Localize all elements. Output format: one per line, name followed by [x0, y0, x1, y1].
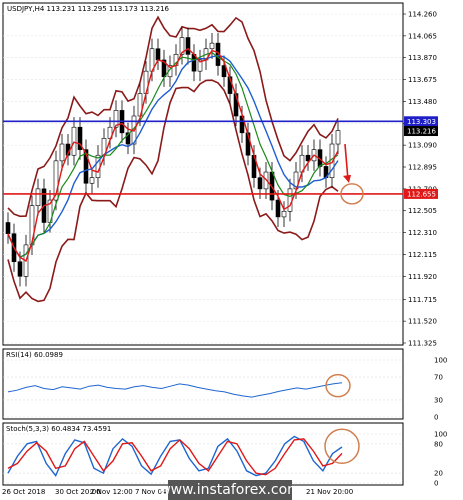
candle-up: [287, 188, 293, 212]
price-tick-label: 112.895: [408, 164, 437, 172]
stoch-panel: Stoch(5,3,3) 60.4834 73.4591 10080 20 0: [2, 422, 447, 488]
candle-up: [335, 130, 341, 145]
candle-up: [59, 143, 65, 162]
candle-up: [281, 210, 287, 218]
price-tick-label: 114.065: [408, 32, 437, 40]
last-price-label: 113.216: [407, 128, 436, 136]
price-tick-label: 113.090: [408, 142, 437, 150]
time-tick-label: 26 Oct 2018: [2, 488, 45, 496]
price-tick-label: 112.310: [408, 229, 437, 237]
rsi-panel: RSI(14) 60.0989 100 70 30 0: [2, 348, 447, 422]
level-tag-label: 112.655: [407, 190, 436, 198]
price-panel-title: USDJPY,H4 113.231 113.295 113.173 113.21…: [7, 5, 170, 13]
watermark-text: www.instaforex.com: [159, 482, 301, 498]
rsi-tick-label: 100: [434, 357, 447, 365]
watermark: www.instaforex.com: [159, 480, 301, 500]
price-tick-label: 113.675: [408, 76, 437, 84]
stoch-tick-label: 100: [434, 431, 447, 439]
rsi-tick-label: 30: [434, 396, 443, 404]
candle-down: [275, 199, 281, 218]
price-panel: USDJPY,H4 113.231 113.295 113.173 113.21…: [2, 2, 438, 348]
price-tick-label: 113.480: [408, 98, 437, 106]
rsi-plot-frame: [2, 348, 404, 420]
candle-down: [257, 177, 263, 190]
stoch-tick-label: 0: [434, 480, 438, 488]
candle-up: [71, 126, 77, 156]
candle-down: [185, 37, 191, 55]
price-tick-label: 112.115: [408, 251, 437, 259]
price-tick-label: 111.715: [408, 296, 437, 304]
candle-down: [17, 261, 23, 277]
price-plot-frame: [2, 2, 404, 346]
candle-up: [35, 188, 41, 206]
level-tag-label: 113.303: [407, 118, 436, 126]
stoch-panel-title: Stoch(5,3,3) 60.4834 73.4591: [6, 425, 111, 433]
time-tick-label: 21 Nov 20:00: [306, 488, 353, 496]
stoch-tick-label: 20: [434, 470, 443, 478]
price-tick-label: 111.325: [408, 340, 437, 348]
rsi-tick-label: 0: [434, 414, 438, 422]
price-tick-label: 113.870: [408, 54, 437, 62]
price-tick-label: 111.520: [408, 318, 437, 326]
price-tick-label: 112.505: [408, 207, 437, 215]
chart-root: USDJPY,H4 113.231 113.295 113.173 113.21…: [0, 0, 463, 500]
time-tick-label: 2 Nov 12:00: [90, 488, 133, 496]
candle-up: [209, 42, 215, 50]
rsi-panel-title: RSI(14) 60.0989: [6, 351, 63, 359]
price-tick-label: 114.260: [408, 11, 437, 19]
candle-down: [5, 222, 11, 235]
price-tick-label: 111.920: [408, 273, 437, 281]
candle-up: [89, 177, 95, 184]
rsi-tick-label: 70: [434, 374, 443, 382]
candle-down: [155, 48, 161, 61]
stoch-tick-label: 80: [434, 440, 443, 448]
